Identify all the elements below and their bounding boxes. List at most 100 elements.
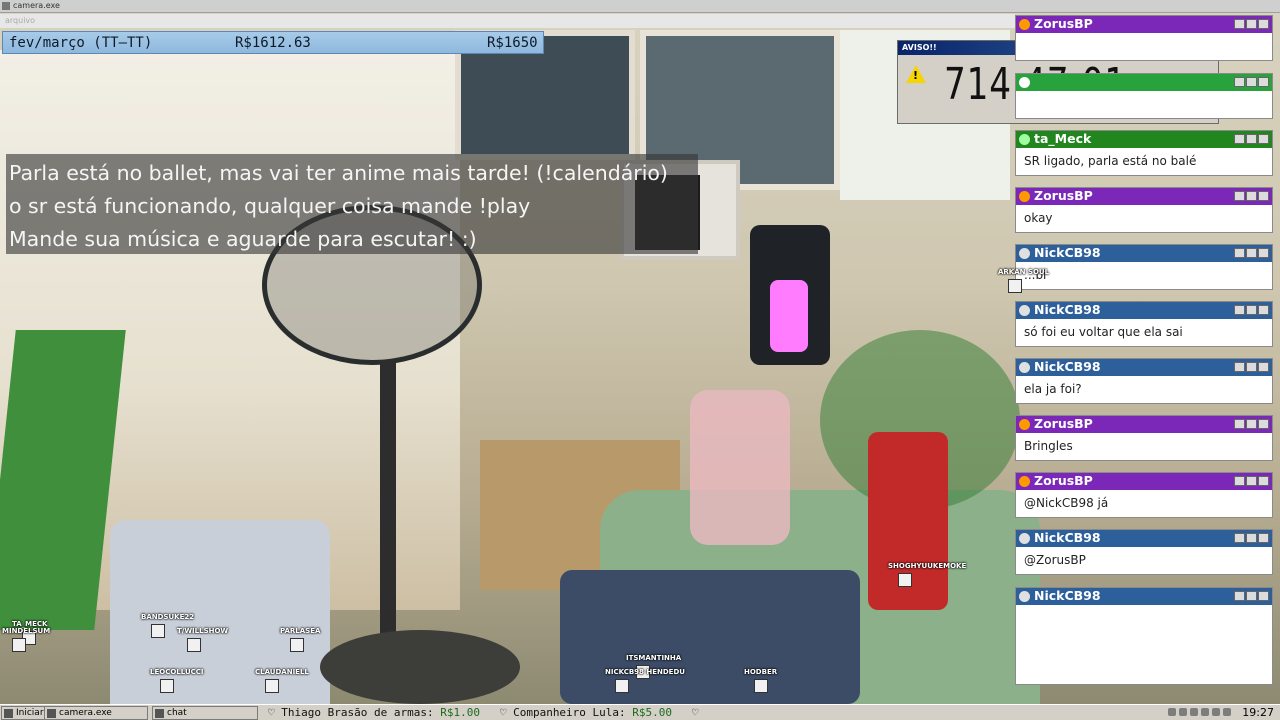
- tray-icon[interactable]: [1201, 708, 1209, 716]
- minimize-icon[interactable]: [1234, 77, 1245, 87]
- maximize-icon[interactable]: [1246, 305, 1257, 315]
- close-icon[interactable]: [1258, 77, 1269, 87]
- window-controls: [1234, 533, 1269, 543]
- chat-app-icon: [155, 709, 164, 718]
- minimize-icon[interactable]: [1234, 362, 1245, 372]
- chat-message-window[interactable]: NickCB98 @ZorusBP: [1015, 529, 1273, 575]
- chat-message-window[interactable]: ZorusBP Bringles: [1015, 415, 1273, 461]
- viewer-avatar: [290, 638, 304, 652]
- minimize-icon[interactable]: [1234, 134, 1245, 144]
- chat-username: NickCB98: [1034, 359, 1101, 374]
- maximize-icon[interactable]: [1246, 134, 1257, 144]
- start-button[interactable]: Iniciar: [1, 706, 48, 720]
- maximize-icon[interactable]: [1246, 591, 1257, 601]
- chat-message-window[interactable]: ta_Meck SR ligado, parla está no balé: [1015, 130, 1273, 176]
- chat-message-text: @ZorusBP: [1024, 553, 1086, 567]
- close-icon[interactable]: [1258, 476, 1269, 486]
- window-controls: [1234, 476, 1269, 486]
- user-badge-icon: [1019, 19, 1030, 30]
- tray-icon[interactable]: [1223, 708, 1231, 716]
- taskbar: Iniciar camera.exe chat ♡ Thiago Brasão …: [0, 704, 1280, 720]
- announcement-line: o sr está funcionando, qualquer coisa ma…: [9, 194, 531, 218]
- tray-icon[interactable]: [1168, 708, 1176, 716]
- user-badge-icon: [1019, 248, 1030, 259]
- chat-message-window[interactable]: ZorusBP: [1015, 15, 1273, 61]
- maximize-icon[interactable]: [1246, 77, 1257, 87]
- chat-window-titlebar[interactable]: NickCB98: [1016, 359, 1272, 376]
- chat-window-titlebar[interactable]: ZorusBP: [1016, 473, 1272, 490]
- close-icon[interactable]: [1258, 591, 1269, 601]
- donation-ticker: ♡ Thiago Brasão de armas: R$1.00 ♡ Compa…: [268, 706, 699, 719]
- chat-message-text: Bringles: [1024, 439, 1073, 453]
- chat-message-window[interactable]: [1015, 73, 1273, 119]
- taskbar-app-label: camera.exe: [59, 708, 112, 718]
- viewer-avatar: [615, 679, 629, 693]
- chat-window-titlebar[interactable]: ZorusBP: [1016, 16, 1272, 33]
- chat-message-text: ...bi: [1024, 268, 1047, 282]
- close-icon[interactable]: [1258, 248, 1269, 258]
- close-icon[interactable]: [1258, 191, 1269, 201]
- chat-username: ZorusBP: [1034, 473, 1093, 488]
- taskbar-app-chat[interactable]: chat: [152, 706, 258, 720]
- maximize-icon[interactable]: [1246, 248, 1257, 258]
- chat-message-text: okay: [1024, 211, 1053, 225]
- timer-title: AVISO!!: [902, 43, 937, 52]
- maximize-icon[interactable]: [1246, 419, 1257, 429]
- goal-label: fev/março (TT—TT): [9, 35, 153, 51]
- viewer-avatar: [754, 679, 768, 693]
- user-badge-icon: [1019, 191, 1030, 202]
- camera-app-icon: [47, 709, 56, 718]
- close-icon[interactable]: [1258, 533, 1269, 543]
- minimize-icon[interactable]: [1234, 591, 1245, 601]
- menu-file[interactable]: arquivo: [5, 16, 35, 25]
- maximize-icon[interactable]: [1246, 533, 1257, 543]
- viewer-avatar: [151, 624, 165, 638]
- close-icon[interactable]: [1258, 19, 1269, 29]
- close-icon[interactable]: [1258, 305, 1269, 315]
- maximize-icon[interactable]: [1246, 476, 1257, 486]
- chat-window-titlebar[interactable]: ta_Meck: [1016, 131, 1272, 148]
- tray-icon[interactable]: [1212, 708, 1220, 716]
- chat-window-titlebar[interactable]: [1016, 74, 1272, 91]
- taskbar-app-camera[interactable]: camera.exe: [44, 706, 148, 720]
- close-icon[interactable]: [1258, 134, 1269, 144]
- chat-window-titlebar[interactable]: ZorusBP: [1016, 188, 1272, 205]
- viewer-avatar: [898, 573, 912, 587]
- viewer-name: LEOCOLLUCCI: [150, 668, 204, 676]
- minimize-icon[interactable]: [1234, 305, 1245, 315]
- maximize-icon[interactable]: [1246, 191, 1257, 201]
- tray-icon[interactable]: [1190, 708, 1198, 716]
- chat-message-window[interactable]: NickCB98 só foi eu voltar que ela sai: [1015, 301, 1273, 347]
- announcement-line: Mande sua música e aguarde para escutar!…: [9, 227, 477, 251]
- minimize-icon[interactable]: [1234, 533, 1245, 543]
- chat-window-titlebar[interactable]: NickCB98: [1016, 302, 1272, 319]
- close-icon[interactable]: [1258, 419, 1269, 429]
- chat-window-titlebar[interactable]: NickCB98: [1016, 530, 1272, 547]
- minimize-icon[interactable]: [1234, 191, 1245, 201]
- maximize-icon[interactable]: [1246, 362, 1257, 372]
- chat-message-window[interactable]: NickCB98: [1015, 587, 1273, 685]
- chat-message-window[interactable]: ZorusBP okay: [1015, 187, 1273, 233]
- chat-username: ZorusBP: [1034, 188, 1093, 203]
- window-controls: [1234, 191, 1269, 201]
- close-icon[interactable]: [1258, 362, 1269, 372]
- fan-base: [320, 630, 520, 704]
- announcement-box: Parla está no ballet, mas vai ter anime …: [6, 154, 698, 254]
- chat-message-window[interactable]: NickCB98 ...bi: [1015, 244, 1273, 290]
- chat-window-titlebar[interactable]: NickCB98: [1016, 588, 1272, 605]
- fan-pole: [380, 360, 396, 640]
- chat-window-titlebar[interactable]: NickCB98: [1016, 245, 1272, 262]
- chat-message-window[interactable]: NickCB98 ela ja foi?: [1015, 358, 1273, 404]
- chat-message-window[interactable]: ZorusBP @NickCB98 já: [1015, 472, 1273, 518]
- tray-icon[interactable]: [1179, 708, 1187, 716]
- minimize-icon[interactable]: [1234, 248, 1245, 258]
- window-titlebar[interactable]: camera.exe: [0, 0, 1280, 13]
- maximize-icon[interactable]: [1246, 19, 1257, 29]
- minimize-icon[interactable]: [1234, 476, 1245, 486]
- minimize-icon[interactable]: [1234, 419, 1245, 429]
- chat-username: NickCB98: [1034, 245, 1101, 260]
- chat-window-titlebar[interactable]: ZorusBP: [1016, 416, 1272, 433]
- window-menubar[interactable]: arquivo: [0, 14, 1015, 28]
- minimize-icon[interactable]: [1234, 19, 1245, 29]
- start-icon: [4, 709, 13, 718]
